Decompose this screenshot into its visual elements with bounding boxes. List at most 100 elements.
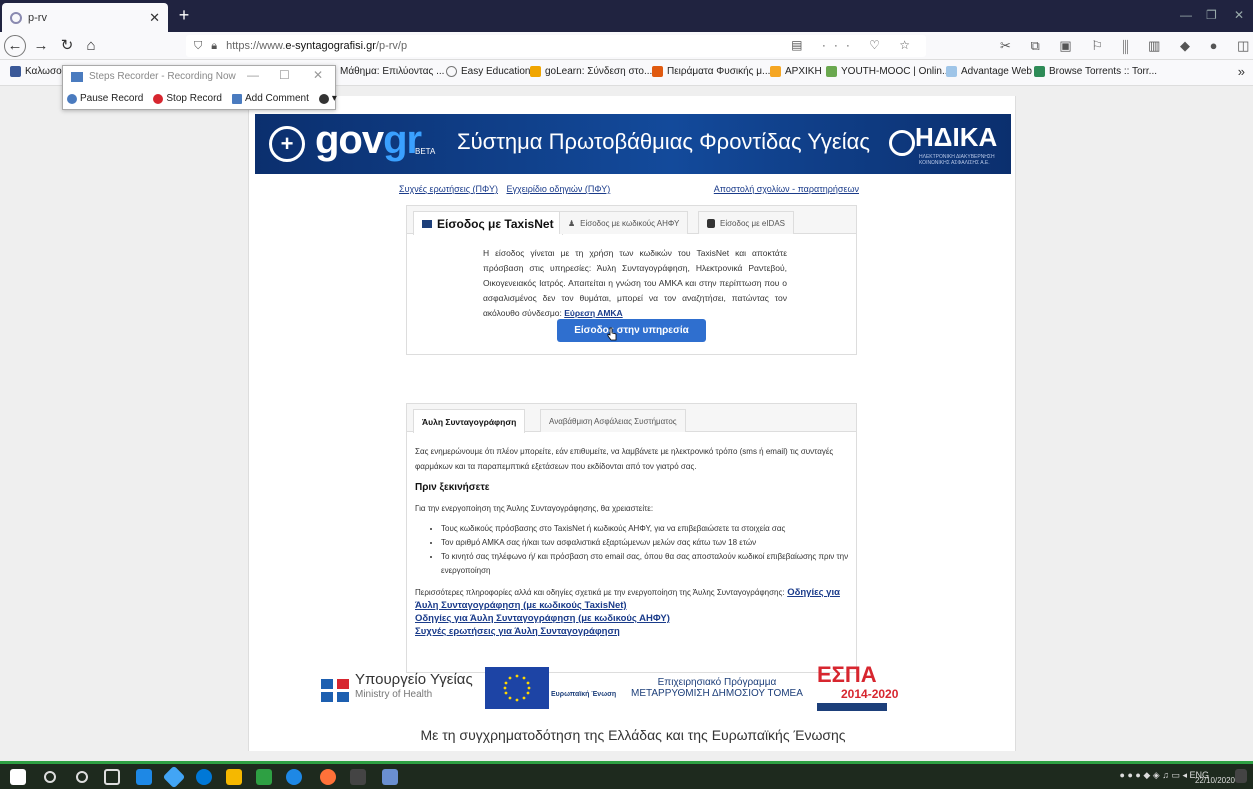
- url-text[interactable]: https://www.e-syntagografisi.gr/p-rv/p: [226, 40, 407, 52]
- faq-link[interactable]: Συχνές ερωτήσεις (ΠΦΥ): [399, 184, 498, 194]
- edge-icon[interactable]: [196, 769, 212, 785]
- bookmark-icon: [770, 66, 781, 77]
- feedback-link[interactable]: Αποστολή σχολίων - παρατηρήσεων: [714, 184, 859, 194]
- govgr-logo[interactable]: govgr: [315, 118, 422, 163]
- bookmark-item[interactable]: Browse Torrents :: Torr...: [1034, 66, 1157, 77]
- recorder-toolbar: Pause Record Stop Record Add Comment ▾: [67, 93, 337, 104]
- section-heading: Πριν ξεκινήσετε: [415, 482, 490, 493]
- close-tab-icon[interactable]: ✕: [149, 10, 160, 26]
- store-icon[interactable]: [256, 769, 272, 785]
- greek-emblem-icon: +: [269, 126, 305, 162]
- login-panel: Είσοδος με TaxisNet ♟ Είσοδος με κωδικούς…: [406, 205, 857, 355]
- forward-icon[interactable]: →: [30, 35, 52, 57]
- stop-record-button[interactable]: Stop Record: [153, 93, 222, 104]
- address-bar[interactable]: ⛉ 🔒︎ https://www.e-syntagografisi.gr/p-r…: [186, 35, 926, 57]
- cortana-icon[interactable]: [76, 771, 88, 783]
- page-actions-icon[interactable]: ▤ ··· ♡ ☆: [791, 38, 918, 52]
- pause-icon: [67, 93, 77, 104]
- start-icon[interactable]: [10, 769, 26, 785]
- idika-logo-text: ΗΔΙΚΑ: [915, 122, 998, 152]
- info-panel: Άυλη Συνταγογράφηση Αναβάθμιση Ασφάλειας…: [406, 403, 857, 673]
- bookmark-icon: [652, 66, 663, 77]
- help-button[interactable]: ▾: [318, 93, 337, 104]
- minimize-icon[interactable]: —: [1180, 8, 1192, 22]
- bookmark-item[interactable]: ΑΡΧΙΚΗ: [770, 66, 822, 77]
- tab-security-upgrade[interactable]: Αναβάθμιση Ασφάλειας Συστήματος: [540, 409, 686, 432]
- bookmark-item[interactable]: Easy Education: [446, 66, 531, 77]
- task-view-icon[interactable]: [104, 769, 120, 785]
- ahfy-guide-link[interactable]: Οδηγίες για Άυλη Συνταγογράφηση (με κωδι…: [415, 613, 670, 624]
- search-icon[interactable]: [44, 771, 56, 783]
- list-item: Τους κωδικούς πρόσβασης στο TaxisNet ή κ…: [441, 522, 851, 536]
- file-explorer-icon[interactable]: [226, 769, 242, 785]
- firefox-icon[interactable]: [320, 769, 336, 785]
- login-description: Η είσοδος γίνεται με τη χρήση των κωδικώ…: [483, 248, 787, 318]
- idika-logo-icon: [889, 130, 915, 156]
- mail-icon[interactable]: [136, 769, 152, 785]
- pause-record-button[interactable]: Pause Record: [67, 93, 143, 104]
- tab-ayli-syntagografisi[interactable]: Άυλη Συνταγογράφηση: [413, 409, 526, 433]
- page-container: + govgr BETA Σύστημα Πρωτοβάθμιας Φροντί…: [248, 96, 1016, 751]
- app-icon[interactable]: [350, 769, 366, 785]
- minimize-icon[interactable]: —: [247, 68, 259, 82]
- bookmark-item[interactable]: Advantage Web: [946, 66, 1032, 77]
- browser-tab[interactable]: p-rv ✕: [2, 3, 168, 32]
- bookmark-item[interactable]: Μάθημα: Επιλύοντας ...: [340, 66, 444, 77]
- bookmarks-overflow-icon[interactable]: »: [1238, 64, 1245, 79]
- app-icon[interactable]: [286, 769, 302, 785]
- list-item: Τον αριθμό ΑΜΚΑ σας ή/και των ασφαλιστικ…: [441, 536, 851, 550]
- ministry-subtitle: Ministry of Health: [355, 689, 433, 700]
- tab-ahfy[interactable]: ♟ Είσοδος με κωδικούς ΑΗΦΥ: [559, 211, 689, 234]
- espa-years: 2014-2020: [841, 687, 899, 701]
- bookmark-icon: [1034, 66, 1045, 77]
- intro-text: Σας ενημερώνουμε ότι πλέον μπορείτε, εάν…: [415, 447, 834, 471]
- bookmark-item[interactable]: goLearn: Σύνδεση στο...: [530, 66, 652, 77]
- recorder-app-icon: [71, 71, 83, 82]
- home-icon[interactable]: ⌂: [80, 35, 102, 57]
- reload-icon[interactable]: ↻: [56, 35, 78, 57]
- tab-title: p-rv: [28, 11, 47, 24]
- info-tabs: Άυλη Συνταγογράφηση Αναβάθμιση Ασφάλειας…: [407, 404, 856, 433]
- stop-icon: [153, 93, 164, 104]
- requirements-list: Τους κωδικούς πρόσβασης στο TaxisNet ή κ…: [441, 522, 851, 578]
- bookmark-icon: [446, 66, 457, 77]
- shield-icon[interactable]: ⛉: [194, 40, 202, 53]
- eu-label: Ευρωπαϊκή Ένωση: [551, 691, 617, 698]
- bookmark-icon: [530, 66, 541, 77]
- add-comment-button[interactable]: Add Comment: [231, 93, 309, 104]
- cofunding-text: Με τη συγχρηματοδότηση της Ελλάδας και τ…: [420, 727, 846, 743]
- window-close-icon[interactable]: ✕: [1234, 8, 1244, 22]
- bookmark-item[interactable]: Καλωσορ: [10, 66, 67, 77]
- system-title: Σύστημα Πρωτοβάθμιας Φροντίδας Υγείας: [457, 129, 870, 154]
- maximize-icon[interactable]: ☐: [279, 68, 290, 82]
- bookmark-item[interactable]: YOUTH-MOOC | Onlin...: [826, 66, 950, 77]
- back-icon[interactable]: ←: [4, 35, 26, 57]
- restore-icon[interactable]: ❐: [1206, 8, 1217, 22]
- navigation-toolbar: ← → ↻ ⌂ ⛉ 🔒︎ https://www.e-syntagografis…: [0, 32, 1253, 60]
- faq-ayli-link[interactable]: Συχνές ερωτήσεις για Άυλη Συνταγογράφηση: [415, 626, 620, 637]
- requirements-intro: Για την ενεργοποίηση της Άυλης Συνταγογρ…: [415, 504, 654, 513]
- top-links: Συχνές ερωτήσεις (ΠΦΥ) Εγχειρίδιο οδηγιώ…: [399, 184, 859, 194]
- login-service-button[interactable]: Είσοδος στην υπηρεσία: [557, 319, 706, 342]
- card-icon: [422, 219, 432, 228]
- steps-recorder-taskbar-icon[interactable]: [382, 769, 398, 785]
- bookmark-icon: [946, 66, 957, 77]
- clock[interactable]: 22/10/2020: [1195, 766, 1235, 786]
- tab-eidas[interactable]: Είσοδος με eIDAS: [698, 211, 794, 234]
- steps-recorder-window: Steps Recorder - Recording Now — ☐ ✕ Pau…: [62, 65, 337, 110]
- bookmark-item[interactable]: Πειράματα Φυσικής μ...: [652, 66, 770, 77]
- app-icon[interactable]: [162, 765, 186, 789]
- notifications-icon[interactable]: [1235, 769, 1247, 783]
- list-item: Το κινητό σας τηλέφωνο ή/ και πρόσβαση σ…: [441, 550, 851, 578]
- new-tab-icon[interactable]: +: [174, 5, 194, 26]
- site-banner: + govgr BETA Σύστημα Πρωτοβάθμιας Φροντί…: [255, 114, 1011, 174]
- windows-taskbar: ● ● ● ◆ ◈ ♫ ▭ ◂ ENG 22/10/2020: [0, 761, 1253, 789]
- lock-icon[interactable]: 🔒︎: [211, 40, 217, 53]
- close-icon[interactable]: ✕: [313, 68, 323, 82]
- espa-logo: ΕΣΠΑ: [817, 662, 877, 687]
- manual-link[interactable]: Εγχειρίδιο οδηγιών (ΠΦΥ): [506, 184, 610, 194]
- recorder-title: Steps Recorder - Recording Now: [71, 71, 236, 82]
- tab-taxisnet[interactable]: Είσοδος με TaxisNet: [413, 211, 563, 235]
- toolbar-icons[interactable]: ✂ ⧉ ▣ ⚐ ⫼ ▥ ◆ ● ◫ ● ≡: [1000, 38, 1253, 54]
- find-amka-link[interactable]: Εύρεση ΑΜΚΑ: [564, 308, 622, 318]
